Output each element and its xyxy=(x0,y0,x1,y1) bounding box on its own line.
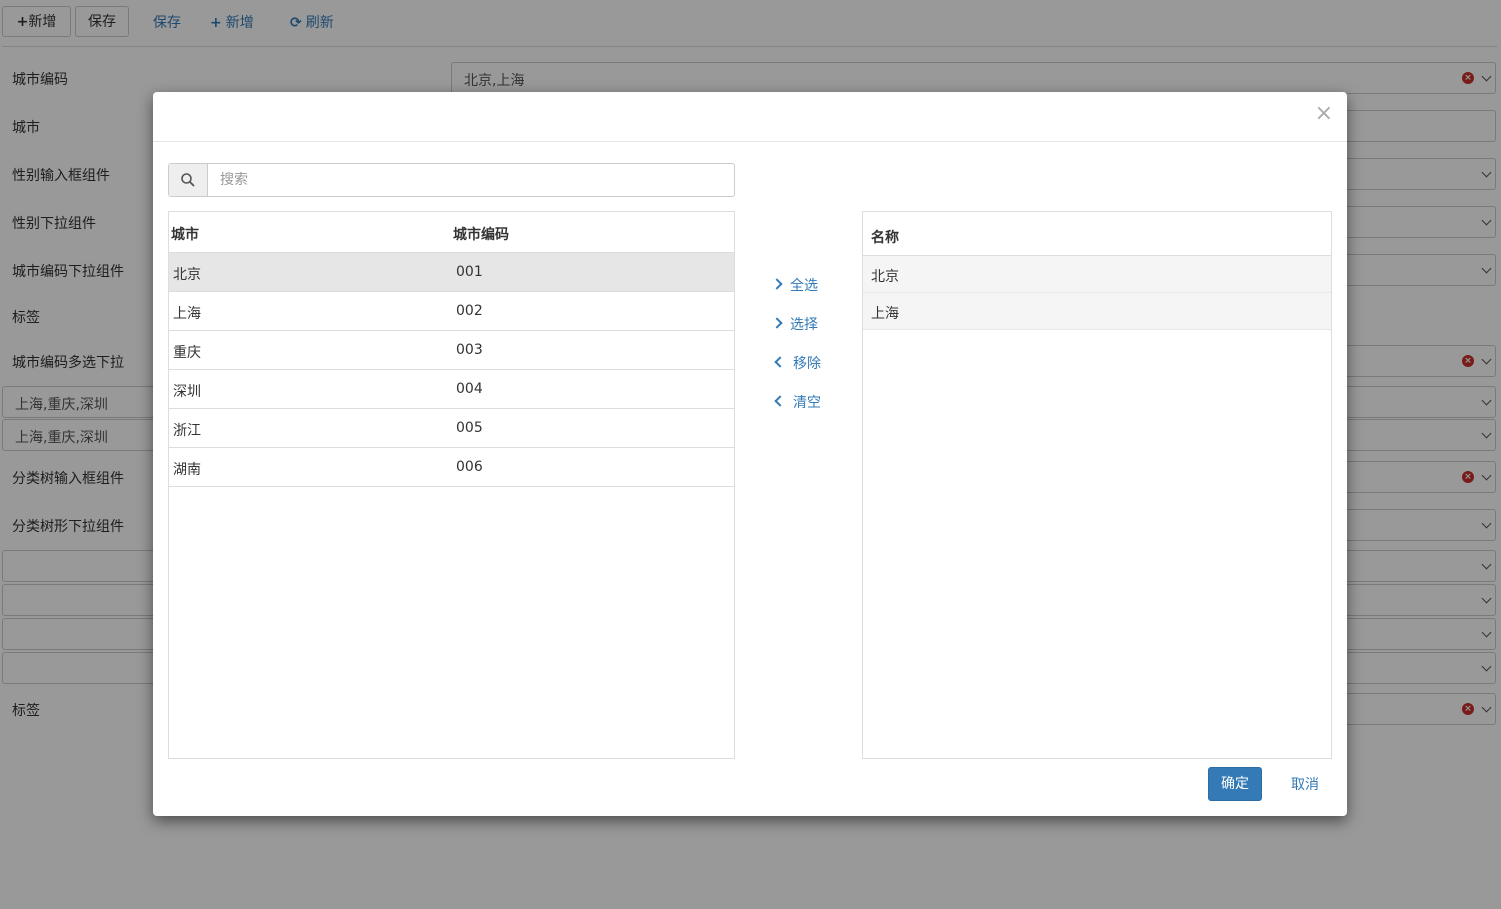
search-group xyxy=(168,163,735,197)
select-all-button[interactable]: 全选 xyxy=(771,276,818,296)
select-button[interactable]: 选择 xyxy=(771,315,818,335)
table-header: 名称 xyxy=(863,212,1331,256)
clear-button[interactable]: 清空 xyxy=(773,393,821,413)
cancel-button[interactable]: 取消 xyxy=(1291,774,1319,794)
chevron-left-icon xyxy=(774,356,786,368)
search-input[interactable] xyxy=(208,164,732,196)
table-row[interactable]: 上海 002 xyxy=(169,292,734,331)
city-select-modal: × 城市 城市编码 北京 001 上海 002 重庆 003 深圳 xyxy=(153,92,1347,816)
selected-table: 名称 北京 上海 xyxy=(862,211,1332,759)
search-icon xyxy=(181,173,195,187)
city-table: 城市 城市编码 北京 001 上海 002 重庆 003 深圳 004 浙江 0… xyxy=(168,211,735,759)
chevron-right-icon xyxy=(771,317,783,329)
chevron-left-icon xyxy=(774,395,786,407)
search-addon xyxy=(169,164,208,196)
column-header-city: 城市 xyxy=(171,227,199,243)
chevron-right-icon xyxy=(771,278,783,290)
selected-row[interactable]: 北京 xyxy=(863,256,1331,293)
table-row[interactable]: 深圳 004 xyxy=(169,370,734,409)
table-row[interactable]: 重庆 003 xyxy=(169,331,734,370)
column-header-name: 名称 xyxy=(871,230,899,246)
table-header: 城市 城市编码 xyxy=(169,212,734,253)
table-row[interactable]: 湖南 006 xyxy=(169,448,734,487)
confirm-button[interactable]: 确定 xyxy=(1208,767,1262,801)
selected-row[interactable]: 上海 xyxy=(863,293,1331,330)
close-icon[interactable]: × xyxy=(1315,103,1333,125)
table-row[interactable]: 浙江 005 xyxy=(169,409,734,448)
remove-button[interactable]: 移除 xyxy=(773,354,821,374)
modal-header: × xyxy=(153,92,1347,142)
column-header-code: 城市编码 xyxy=(453,227,509,243)
table-row[interactable]: 北京 001 xyxy=(169,253,734,292)
